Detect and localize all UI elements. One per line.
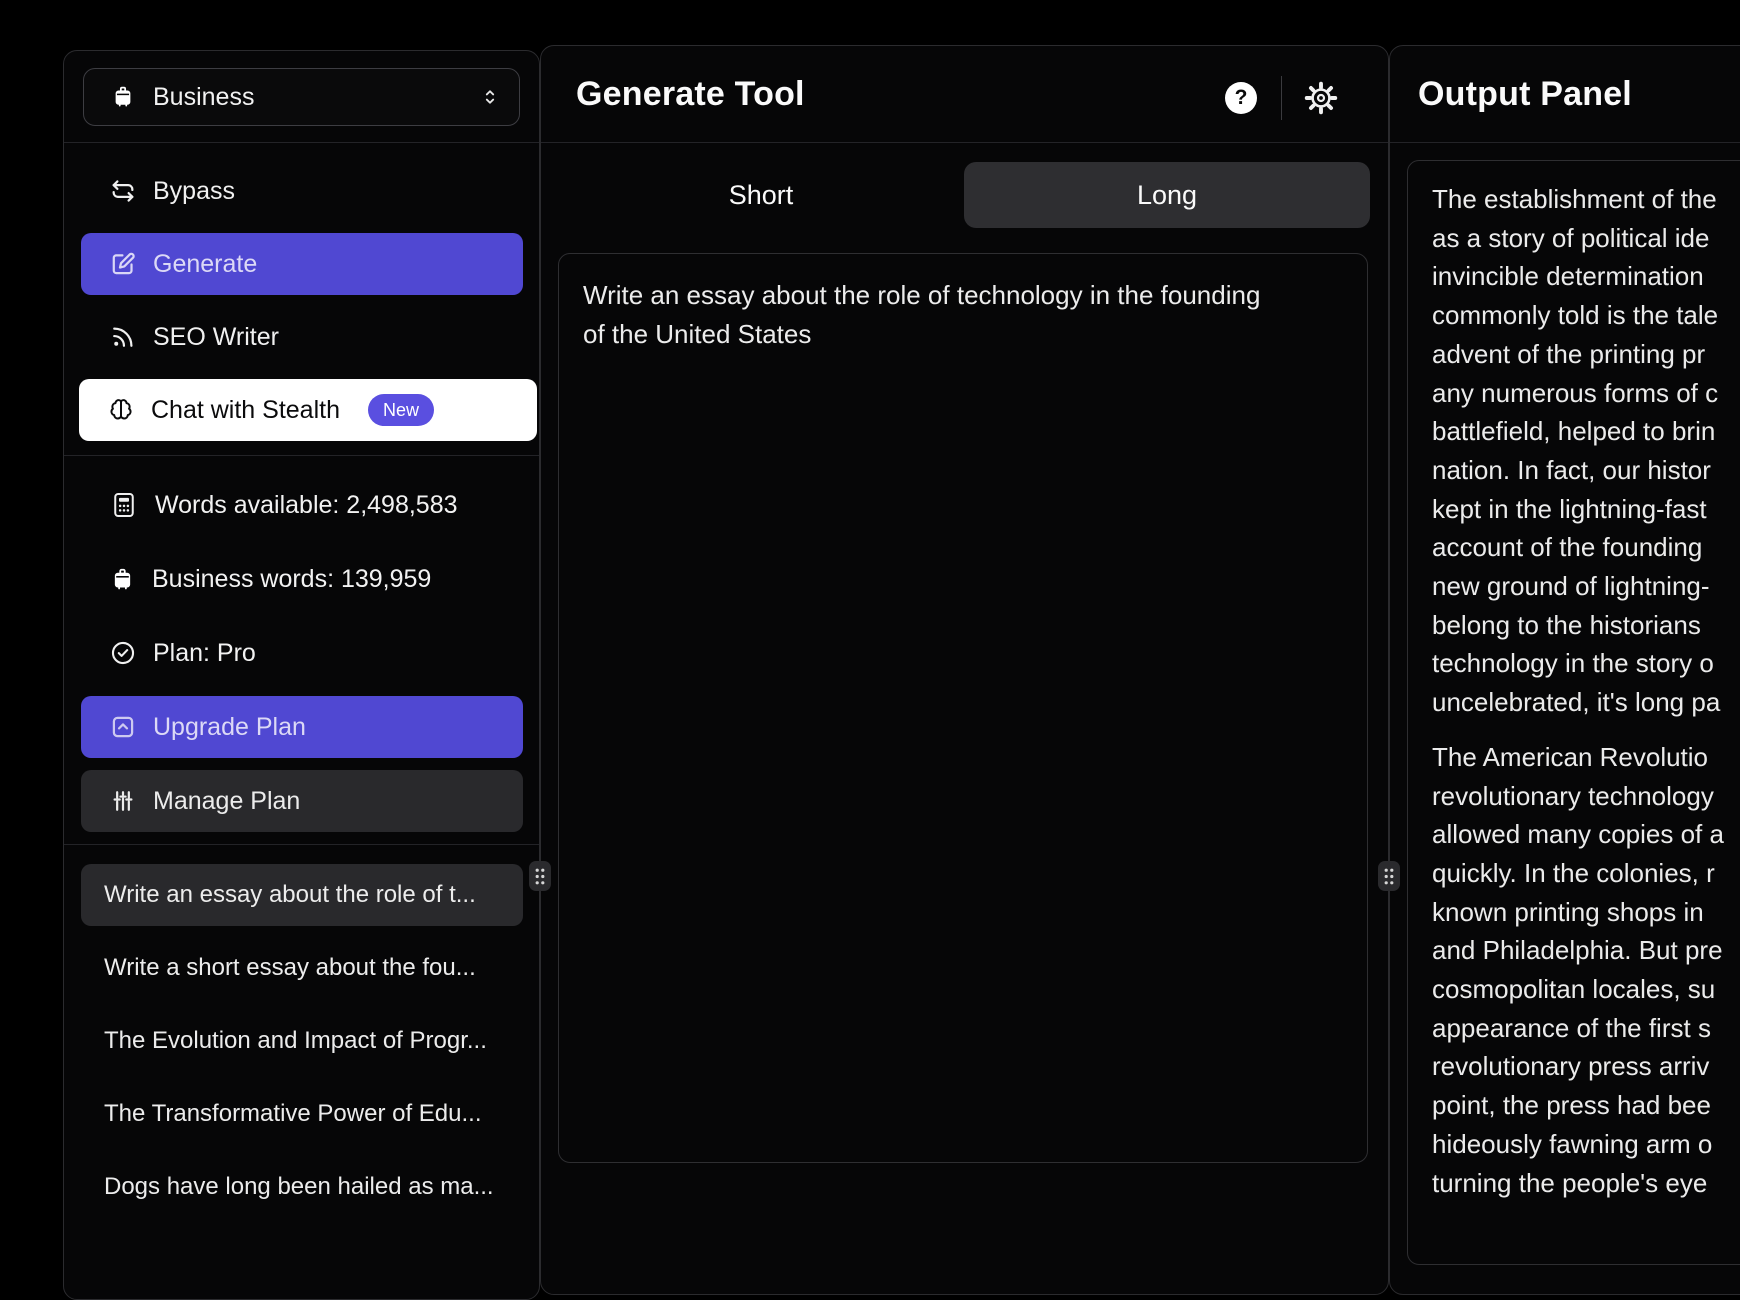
- history-item[interactable]: Dogs have long been hailed as ma...: [81, 1156, 523, 1218]
- output-text-line: quickly. In the colonies, r: [1432, 854, 1740, 893]
- history-item[interactable]: Write a short essay about the fou...: [81, 937, 523, 999]
- output-text-line: any numerous forms of c: [1432, 374, 1740, 413]
- sidebar: Business Bypass Generate: [63, 50, 540, 1300]
- output-text-line: commonly told is the tale: [1432, 296, 1740, 335]
- button-label: Upgrade Plan: [153, 713, 306, 742]
- output-text-line: uncelebrated, it's long pa: [1432, 683, 1740, 722]
- sidebar-item-seo-writer[interactable]: SEO Writer: [81, 306, 523, 368]
- generate-tool-header: Generate Tool ?: [541, 46, 1388, 143]
- output-text-line: account of the founding: [1432, 528, 1740, 567]
- sidebar-item-chat-with-stealth[interactable]: Chat with Stealth New: [79, 379, 537, 441]
- output-text-line: technology in the story o: [1432, 644, 1740, 683]
- tab-short[interactable]: Short: [558, 162, 964, 228]
- output-text-line: battlefield, helped to brin: [1432, 412, 1740, 451]
- output-text-line: nation. In fact, our histor: [1432, 451, 1740, 490]
- briefcase-icon: [109, 566, 136, 593]
- history-list: Write an essay about the role of t... Wr…: [64, 845, 539, 1218]
- upgrade-plan-button[interactable]: Upgrade Plan: [81, 696, 523, 758]
- output-text-container[interactable]: The establishment of the as a story of p…: [1407, 160, 1740, 1265]
- output-text-line: The establishment of the: [1432, 180, 1740, 219]
- sliders-icon: [109, 787, 137, 815]
- edit-icon: [109, 250, 137, 278]
- output-text-line: known printing shops in: [1432, 893, 1740, 932]
- prompt-input[interactable]: Write an essay about the role of technol…: [558, 253, 1368, 1163]
- output-text-line: kept in the lightning-fast: [1432, 490, 1740, 529]
- output-resize-handle[interactable]: [1378, 861, 1400, 891]
- output-text-line: appearance of the first s: [1432, 1009, 1740, 1048]
- button-label: Manage Plan: [153, 787, 300, 816]
- output-text-line: belong to the historians: [1432, 606, 1740, 645]
- briefcase-icon: [110, 84, 136, 110]
- output-text-line: allowed many copies of a: [1432, 815, 1740, 854]
- help-icon: ?: [1235, 86, 1248, 110]
- output-text-line: and Philadelphia. But pre: [1432, 931, 1740, 970]
- history-item[interactable]: The Evolution and Impact of Progr...: [81, 1010, 523, 1072]
- sidebar-stats: Words available: 2,498,583 Business word…: [64, 456, 539, 845]
- new-badge: New: [368, 394, 434, 426]
- check-circle-icon: [109, 639, 137, 667]
- sidebar-item-generate[interactable]: Generate: [81, 233, 523, 295]
- workspace-selector[interactable]: Business: [83, 68, 520, 126]
- page-title: Generate Tool: [576, 75, 805, 114]
- stat-label: Business words: 139,959: [152, 565, 431, 594]
- output-text-line: revolutionary technology: [1432, 777, 1740, 816]
- workspace-label: Business: [153, 83, 254, 112]
- stat-label: Words available: 2,498,583: [155, 491, 458, 520]
- sidebar-nav: Bypass Generate SEO Writer: [64, 143, 539, 456]
- output-text-line: cosmopolitan locales, su: [1432, 970, 1740, 1009]
- tab-long[interactable]: Long: [964, 162, 1370, 228]
- plan-stat: Plan: Pro: [81, 622, 523, 684]
- output-text-line: turning the people's eye: [1432, 1164, 1740, 1203]
- settings-button[interactable]: [1303, 80, 1339, 116]
- history-item[interactable]: Write an essay about the role of t...: [81, 864, 523, 926]
- chevron-up-down-icon: [479, 86, 501, 108]
- sidebar-item-label: Chat with Stealth: [151, 396, 340, 425]
- workspace-section: Business: [64, 51, 539, 143]
- calculator-icon: [109, 490, 139, 520]
- arrow-up-square-icon: [109, 713, 137, 741]
- header-divider: [1281, 76, 1282, 120]
- help-button[interactable]: ?: [1225, 82, 1257, 114]
- sidebar-item-bypass[interactable]: Bypass: [81, 160, 523, 222]
- drag-dots-icon: [1383, 867, 1395, 886]
- length-toggle: Short Long: [558, 162, 1370, 228]
- rss-icon: [109, 323, 137, 351]
- prompt-text: Write an essay about the role of technol…: [583, 276, 1278, 354]
- sidebar-item-label: Generate: [153, 250, 257, 279]
- output-text-line: hideously fawning arm o: [1432, 1125, 1740, 1164]
- output-paragraph: The establishment of the as a story of p…: [1432, 180, 1740, 722]
- output-paragraph: The American Revolutio revolutionary tec…: [1432, 738, 1740, 1202]
- business-words-stat: Business words: 139,959: [81, 548, 523, 610]
- history-item[interactable]: The Transformative Power of Edu...: [81, 1083, 523, 1145]
- gear-icon: [1303, 80, 1339, 116]
- output-text-line: point, the press had bee: [1432, 1086, 1740, 1125]
- drag-dots-icon: [534, 867, 546, 886]
- output-text-line: invincible determination: [1432, 257, 1740, 296]
- output-text-line: new ground of lightning-: [1432, 567, 1740, 606]
- output-text-line: as a story of political ide: [1432, 219, 1740, 258]
- brain-icon: [107, 396, 135, 424]
- output-text-line: The American Revolutio: [1432, 738, 1740, 777]
- words-available-stat: Words available: 2,498,583: [81, 474, 523, 536]
- output-panel-header: Output Panel: [1390, 46, 1740, 143]
- manage-plan-button[interactable]: Manage Plan: [81, 770, 523, 832]
- swap-icon: [109, 177, 137, 205]
- sidebar-resize-handle[interactable]: [529, 861, 551, 891]
- sidebar-item-label: Bypass: [153, 177, 235, 206]
- output-panel-title: Output Panel: [1418, 75, 1632, 114]
- stat-label: Plan: Pro: [153, 639, 256, 668]
- output-text-line: advent of the printing pr: [1432, 335, 1740, 374]
- output-text-line: revolutionary press arriv: [1432, 1047, 1740, 1086]
- sidebar-item-label: SEO Writer: [153, 323, 279, 352]
